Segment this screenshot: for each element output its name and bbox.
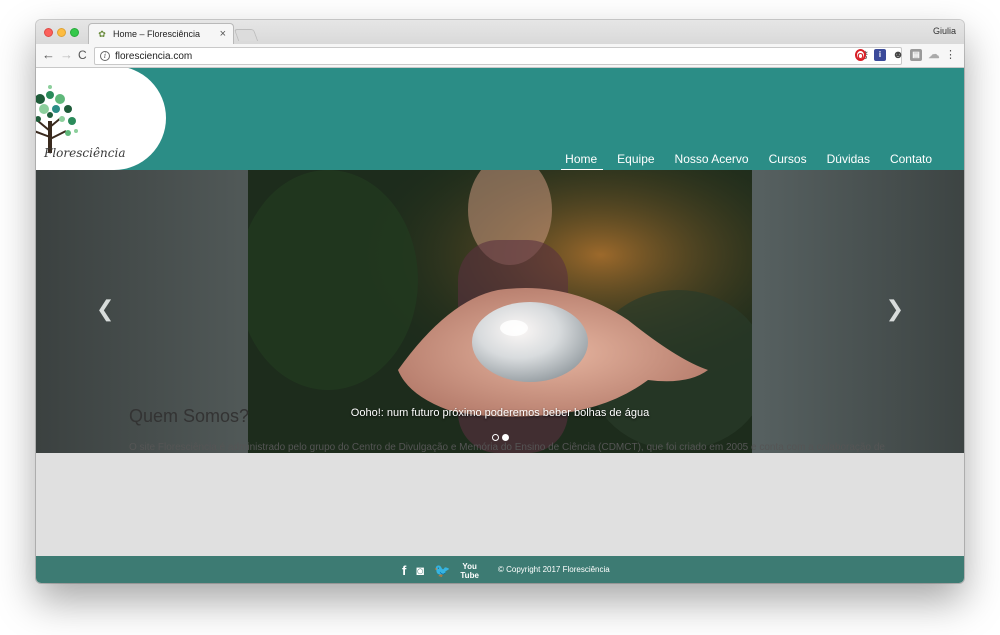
info-icon[interactable]: i	[100, 51, 110, 61]
minimize-window-button[interactable]	[57, 28, 66, 37]
forward-button[interactable]: →	[60, 48, 73, 62]
gray-extension-icon[interactable]: ▤	[910, 49, 922, 61]
logo[interactable]: Floresciência	[36, 68, 166, 170]
url-text[interactable]: floresciencia.com	[115, 51, 192, 62]
slider-dot-2[interactable]	[502, 434, 509, 441]
nav-item-nosso-acervo[interactable]: Nosso Acervo	[665, 152, 759, 166]
nav-item-contato[interactable]: Contato	[880, 152, 942, 166]
new-tab-button[interactable]	[233, 29, 259, 41]
profile-name[interactable]: Giulia	[933, 26, 956, 36]
site-header: Floresciência Home Equipe Nosso Acervo C…	[36, 68, 964, 170]
reload-button[interactable]: C	[78, 48, 87, 62]
slider-dot-1[interactable]	[492, 434, 499, 441]
browser-toolbar: ← → C i floresciencia.com ⚷ ☆ O i ☻ ▤ ☁ …	[36, 44, 964, 68]
opera-extension-icon[interactable]: O	[855, 49, 866, 61]
logo-text: Floresciência	[44, 146, 126, 160]
cloud-extension-icon[interactable]: ☁	[928, 49, 940, 61]
tab-bar: ✿ Home – Floresciência × Giulia	[36, 20, 964, 45]
nav-item-home[interactable]: Home	[555, 152, 607, 170]
about-title: Quem Somos?	[129, 406, 250, 426]
browser-tab[interactable]: ✿ Home – Floresciência ×	[88, 23, 234, 45]
nav-item-duvidas[interactable]: Dúvidas	[817, 152, 880, 166]
slider-dots	[492, 434, 509, 441]
slider-next-arrow-icon[interactable]: ❯	[886, 298, 904, 322]
twitter-icon[interactable]: 🐦	[434, 564, 450, 578]
about-text: O site Floresciência é administrado pelo…	[129, 442, 885, 453]
nav-item-cursos[interactable]: Cursos	[759, 152, 817, 166]
zoom-window-button[interactable]	[70, 28, 79, 37]
slide-caption: Ooho!: num futuro próximo poderemos bebe…	[350, 407, 650, 419]
nav-item-equipe[interactable]: Equipe	[607, 152, 664, 166]
blue-extension-icon[interactable]: i	[874, 49, 886, 61]
copyright-text: © Copyright 2017 Floresciência	[498, 565, 610, 574]
web-page: Floresciência Home Equipe Nosso Acervo C…	[36, 68, 964, 583]
slide-image[interactable]: Ooho!: num futuro próximo poderemos bebe…	[248, 170, 752, 453]
tab-close-icon[interactable]: ×	[220, 27, 226, 41]
tab-title: Home – Floresciência	[113, 29, 201, 39]
favicon-icon: ✿	[98, 29, 106, 39]
social-links: f ◙ 🐦 You Tube	[402, 562, 479, 580]
instagram-icon[interactable]: ◙	[416, 564, 424, 578]
facebook-icon[interactable]: f	[402, 564, 406, 578]
close-window-button[interactable]	[44, 28, 53, 37]
address-bar[interactable]: i floresciencia.com ⚷ ☆	[94, 47, 902, 65]
browser-menu-icon[interactable]: ⋮	[945, 49, 956, 61]
slider-prev-arrow-icon[interactable]: ❮	[96, 298, 114, 322]
site-footer: f ◙ 🐦 You Tube © Copyright 2017 Floresci…	[36, 556, 964, 583]
back-button[interactable]: ←	[42, 48, 55, 62]
youtube-icon[interactable]: You Tube	[460, 562, 479, 580]
browser-window: ✿ Home – Floresciência × Giulia ← → C i …	[36, 20, 964, 583]
main-navigation: Home Equipe Nosso Acervo Cursos Dúvidas …	[555, 152, 942, 170]
mask-extension-icon[interactable]: ☻	[892, 49, 904, 61]
